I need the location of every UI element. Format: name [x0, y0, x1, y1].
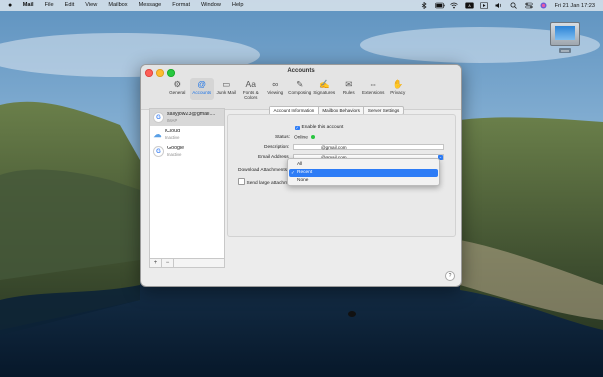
drive-icon: [550, 22, 580, 46]
window-titlebar: Accounts ⚙ General @ Accounts ▭ Junk Mai…: [141, 65, 461, 110]
toolbar-composing[interactable]: ✎ Composing: [288, 78, 313, 100]
accounts-list-footer: + −: [149, 258, 225, 268]
tab-server-settings[interactable]: Server Settings: [364, 107, 402, 114]
add-account-button[interactable]: +: [150, 259, 162, 267]
description-field[interactable]: @gmail.com: [293, 144, 444, 150]
desktop-drive[interactable]: xxxx: [549, 22, 581, 54]
remove-account-button[interactable]: −: [162, 259, 174, 267]
menu-option-recent[interactable]: ✓ Recent: [289, 169, 438, 177]
account-type: Inactive: [165, 134, 180, 140]
glasses-icon: ∞: [272, 79, 279, 89]
search-icon[interactable]: [510, 2, 518, 9]
fonts-icon: Aa: [245, 79, 256, 89]
accounts-window: Accounts ⚙ General @ Accounts ▭ Junk Mai…: [140, 64, 462, 287]
toolbar-extensions[interactable]: ⇔ Extensions: [361, 78, 386, 100]
menu-mailbox[interactable]: Mailbox: [103, 0, 133, 11]
status-online-dot: [310, 135, 315, 139]
icloud-icon: ☁: [153, 130, 162, 139]
status-value: Online: [294, 135, 308, 141]
menu-option-recent-label: Recent: [297, 170, 313, 175]
email-address-label: Email Address: [258, 155, 289, 160]
battery-icon[interactable]: [434, 2, 445, 9]
status-label: Status:: [275, 135, 290, 140]
google-icon: G: [153, 146, 164, 157]
apple-icon[interactable]: ●: [8, 0, 17, 11]
wifi-icon[interactable]: [449, 2, 458, 9]
toolbar-rules[interactable]: ✉ Rules: [337, 78, 362, 100]
control-center-icon[interactable]: [524, 2, 533, 9]
account-row-icloud[interactable]: ☁ iCloud Inactive: [150, 126, 224, 143]
enable-account-label: Enable this account: [301, 125, 344, 130]
menu-file[interactable]: File: [39, 0, 59, 11]
preferences-toolbar: ⚙ General @ Accounts ▭ Junk Mail Aa Font…: [165, 78, 410, 100]
account-name: sallyjow23@gmail....: [167, 111, 216, 117]
keyboard-input-icon[interactable]: A: [464, 2, 474, 9]
menu-message[interactable]: Message: [133, 0, 167, 11]
menu-help[interactable]: Help: [226, 0, 249, 11]
menu-view[interactable]: View: [80, 0, 103, 11]
help-button[interactable]: ?: [445, 271, 455, 281]
extensions-icon: ⇔: [369, 79, 378, 89]
signature-icon: ✍: [318, 79, 330, 89]
download-attachments-menu: All ✓ Recent None: [287, 158, 440, 186]
description-label: Description:: [264, 145, 290, 150]
toolbar-junk-mail[interactable]: ▭ Junk Mail: [214, 78, 239, 100]
menu-format[interactable]: Format: [167, 0, 196, 11]
drive-label: xxxx: [559, 48, 571, 53]
download-attachments-label: Download Attachments: [238, 168, 288, 173]
send-large-attachments-checkbox[interactable]: [238, 178, 245, 185]
menu-option-none[interactable]: None: [289, 177, 438, 185]
toolbar-viewing[interactable]: ∞ Viewing: [263, 78, 288, 100]
menubar-clock[interactable]: Fri 21 Jan 17:23: [555, 3, 595, 9]
compose-icon: ✎: [296, 79, 304, 89]
account-row-gmail[interactable]: G sallyjow23@gmail.... IMAP: [150, 109, 224, 126]
gear-icon: ⚙: [173, 79, 182, 89]
tab-account-information[interactable]: Account Information: [270, 107, 319, 114]
enable-account-row[interactable]: ✓ Enable this account: [295, 125, 343, 130]
menu-bar: ● Mail File Edit View Mailbox Message Fo…: [0, 0, 603, 11]
enable-account-checkbox[interactable]: ✓: [295, 125, 300, 130]
account-name: Google: [167, 145, 185, 151]
at-sign-icon: @: [197, 79, 207, 89]
play-icon[interactable]: [479, 2, 488, 9]
menu-mail[interactable]: Mail: [17, 0, 39, 11]
tab-mailbox-behaviors[interactable]: Mailbox Behaviors: [319, 107, 365, 114]
toolbar-signatures[interactable]: ✍ Signatures: [312, 78, 337, 100]
account-type: IMAP: [167, 117, 178, 123]
google-icon: G: [153, 112, 164, 123]
checkmark-icon: ✓: [291, 170, 295, 175]
toolbar-fonts-colors[interactable]: Aa Fonts & Colors: [239, 78, 264, 100]
junk-tray-icon: ▭: [222, 79, 231, 89]
window-title: Accounts: [287, 68, 315, 74]
accounts-list: G sallyjow23@gmail.... IMAP ☁ iCloud Ina…: [149, 108, 225, 268]
menu-edit[interactable]: Edit: [59, 0, 80, 11]
toolbar-privacy[interactable]: ✋ Privacy: [386, 78, 411, 100]
menu-option-all[interactable]: All: [289, 161, 438, 169]
status-row: Online: [294, 135, 315, 141]
siri-icon[interactable]: [540, 2, 548, 9]
hand-icon: ✋: [392, 79, 404, 89]
volume-icon[interactable]: [495, 2, 503, 9]
toolbar-general[interactable]: ⚙ General: [165, 78, 190, 100]
account-type: Inactive: [167, 151, 182, 157]
menu-window[interactable]: Window: [196, 0, 227, 11]
account-name: iCloud: [165, 128, 181, 134]
account-row-google[interactable]: G Google Inactive: [150, 143, 224, 160]
rules-icon: ✉: [345, 79, 353, 89]
toolbar-accounts[interactable]: @ Accounts: [189, 78, 214, 100]
bluetooth-icon[interactable]: [420, 1, 428, 10]
